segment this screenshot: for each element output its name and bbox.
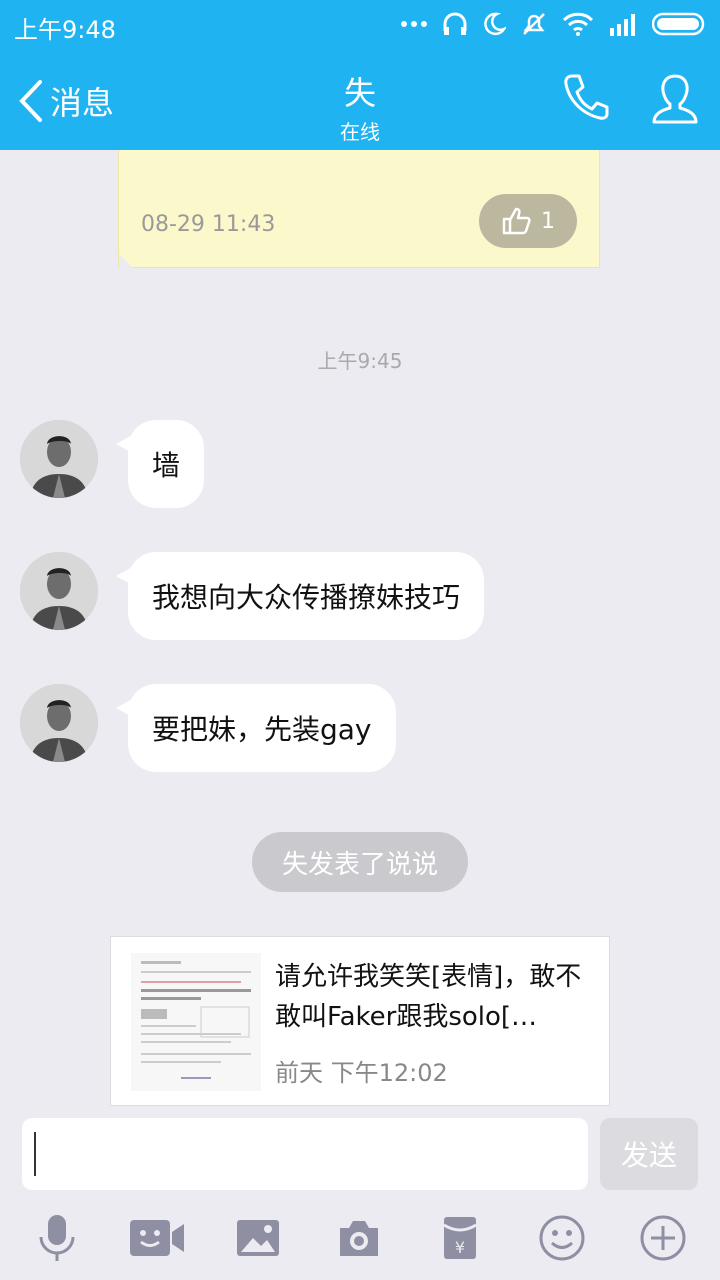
message-bubble[interactable]: 墙 [115,420,205,508]
moon-icon [484,12,506,36]
chat-area[interactable]: 08-29 11:43 1 上午9:45 墙 我想向大众传播撩妹技巧 要把妹，先… [0,150,720,1115]
status-time: 上午9:48 [14,16,116,44]
avatar[interactable] [20,552,98,630]
battery-icon [652,12,705,36]
message-bubble[interactable]: 我想向大众传播撩妹技巧 [115,552,485,640]
text-caret [34,1132,36,1176]
shared-post-card[interactable]: 请允许我笑笑[表情]，敢不敢叫Faker跟我solo[… 前天 下午12:02 [110,936,610,1106]
send-button[interactable]: 发送 [600,1118,698,1190]
input-toolbar: ¥ [0,1208,720,1272]
chat-header: 消息 失 在线 [0,50,720,150]
profile-button[interactable] [650,72,700,130]
note-fold [119,254,133,268]
emoji-icon [539,1215,585,1261]
profile-icon [652,74,698,124]
red-packet-icon: ¥ [443,1217,477,1259]
chat-title-area: 失 在线 [0,68,720,145]
note-date: 08-29 11:43 [141,212,276,237]
call-button[interactable] [562,72,610,126]
plus-icon [640,1215,686,1261]
wifi-icon [562,12,594,36]
headphones-icon [443,12,467,35]
avatar[interactable] [20,684,98,762]
more-button[interactable] [633,1208,693,1268]
online-status: 在线 [340,120,380,144]
message-input[interactable] [22,1118,588,1190]
message-timestamp: 上午9:45 [317,349,403,373]
emoji-button[interactable] [532,1208,592,1268]
chat-title: 失 [343,74,376,112]
note-card[interactable]: 08-29 11:43 1 [118,150,600,268]
signal-icon [610,14,635,36]
system-notice: 失发表了说说 [252,832,468,892]
status-bar: 上午9:48 [0,0,720,50]
status-icons [400,10,708,38]
voice-button[interactable] [27,1208,87,1268]
post-text: 请允许我笑笑[表情]，敢不敢叫Faker跟我solo[… [275,962,582,1032]
like-count: 1 [541,208,555,234]
microphone-icon [39,1215,75,1261]
more-dots-icon [401,21,427,27]
message-bubble[interactable]: 要把妹，先装gay [116,684,396,772]
image-button[interactable] [228,1208,288,1268]
like-button[interactable]: 1 [479,194,577,248]
post-thumbnail [131,953,261,1091]
video-icon [130,1220,184,1256]
image-icon [237,1220,279,1256]
red-packet-button[interactable]: ¥ [430,1208,490,1268]
camera-button[interactable] [329,1208,389,1268]
message-text: 要把妹，先装gay [152,713,372,746]
mute-icon [523,13,545,35]
thumbs-up-icon [502,207,531,235]
message-text: 我想向大众传播撩妹技巧 [152,581,461,614]
message-text: 墙 [152,449,181,482]
camera-icon [340,1221,378,1256]
avatar[interactable] [20,420,98,498]
video-call-button[interactable] [127,1208,187,1268]
phone-icon [564,74,609,120]
input-bar: 发送 ¥ [0,1110,720,1280]
svg-text:¥: ¥ [455,1238,465,1257]
post-time: 前天 下午12:02 [275,1059,448,1087]
